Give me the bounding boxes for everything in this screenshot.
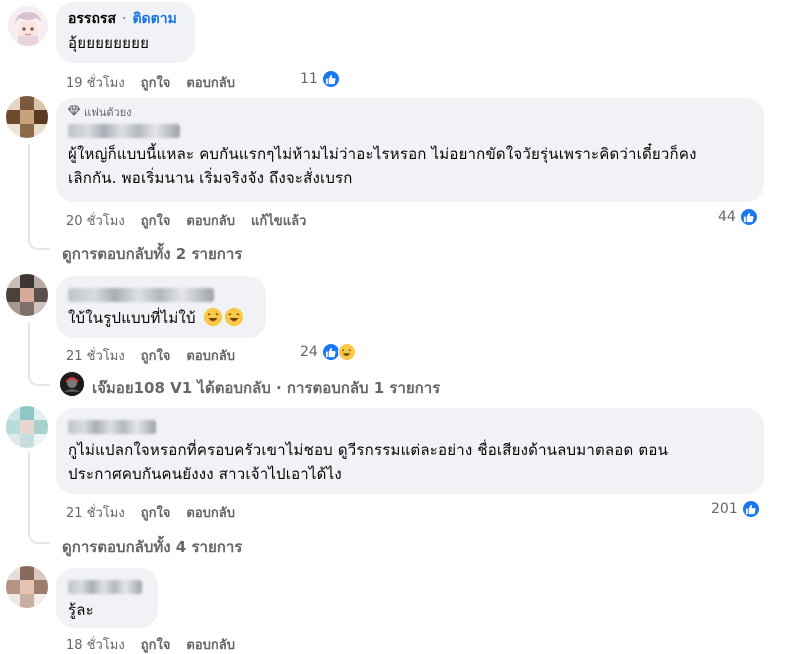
comment-text: ผู้ใหญ่ก็แบบนี้แหละ คบกันแรกๆไม่ห้ามไม่ว… [68, 142, 752, 190]
comment-bubble: แฟนตัวยง ผู้ใหญ่ก็แบบนี้แหละ คบกันแรกๆไม… [56, 98, 764, 202]
reply-summary-label: เจ๊มอย108 V1 ได้ตอบกลับ · การตอบกลับ 1 ร… [92, 379, 441, 397]
thread-connector [28, 322, 50, 386]
comment-text-body: ใบ้ในรูปแบบที่ไม่ใบ้ [68, 309, 196, 327]
avatar[interactable] [6, 566, 48, 608]
like-icon [739, 208, 758, 226]
comment-actions: 21 ชั่วโมง ถูกใจ ตอบกลับ [66, 502, 235, 523]
reaction-count: 11 [300, 71, 318, 87]
reaction-summary[interactable]: 11 [300, 70, 340, 88]
reaction-count: 201 [711, 501, 738, 517]
diamond-badge-icon [67, 105, 81, 120]
view-replies-label: ดูการตอบกลับทั้ง 2 รายการ [62, 245, 243, 263]
reply-button[interactable]: ตอบกลับ [186, 345, 235, 366]
comment-bubble: อรรถรส · ติดตาม อุ้ยยยยยยยย [56, 2, 195, 63]
comment-text-line: กูไม่แปลกใจหรอกที่ครอบครัวเขาไม่ชอบ ดูวี… [68, 441, 669, 459]
blurred-author-name[interactable] [68, 124, 180, 138]
follow-button[interactable]: ติดตาม [132, 10, 176, 28]
top-fan-badge: แฟนตัวยง [67, 105, 752, 120]
comment-time[interactable]: 20 ชั่วโมง [66, 210, 125, 231]
like-button[interactable]: ถูกใจ [141, 345, 171, 366]
like-button[interactable]: ถูกใจ [141, 210, 171, 231]
avatar[interactable] [6, 96, 48, 138]
blurred-author-name[interactable] [68, 420, 156, 434]
comment-time[interactable]: 21 ชั่วโมง [66, 502, 125, 523]
like-button[interactable]: ถูกใจ [141, 502, 171, 523]
comment-author[interactable]: อรรถรส [68, 10, 116, 28]
reaction-summary[interactable]: 201 [711, 500, 760, 518]
comment-text-line: ประกาศคบกันคนยังงง สาวเจ้าไปเอาได้ไง [68, 465, 342, 483]
reply-avatar[interactable] [60, 372, 84, 396]
laughing-emoji-icon [224, 308, 243, 326]
comment-bubble: ใบ้ในรูปแบบที่ไม่ใบ้ [56, 276, 266, 338]
reply-summary-link[interactable]: เจ๊มอย108 V1 ได้ตอบกลับ · การตอบกลับ 1 ร… [92, 376, 440, 400]
thread-connector [28, 144, 50, 250]
laughing-emoji-icon [203, 308, 222, 326]
comment-actions: 18 ชั่วโมง ถูกใจ ตอบกลับ [66, 634, 235, 654]
haha-icon [337, 343, 356, 361]
avatar[interactable] [8, 6, 48, 46]
reaction-summary[interactable]: 44 [718, 208, 758, 226]
comment-bubble: รู้ละ [56, 568, 158, 628]
comment-actions: 20 ชั่วโมง ถูกใจ ตอบกลับ แก้ไขแล้ว [66, 210, 306, 231]
avatar[interactable] [6, 406, 48, 448]
comment-text-line: ผู้ใหญ่ก็แบบนี้แหละ คบกันแรกๆไม่ห้ามไม่ว… [68, 145, 697, 163]
badge-label: แฟนตัวยง [84, 105, 132, 119]
reply-button[interactable]: ตอบกลับ [186, 210, 235, 231]
view-replies-link[interactable]: ดูการตอบกลับทั้ง 2 รายการ [62, 242, 242, 266]
like-button[interactable]: ถูกใจ [141, 634, 171, 654]
comment-time[interactable]: 19 ชั่วโมง [66, 72, 125, 93]
comment-text: อุ้ยยยยยยยย [68, 34, 150, 52]
reply-button[interactable]: ตอบกลับ [186, 72, 235, 93]
like-icon [741, 500, 760, 518]
comment-text: กูไม่แปลกใจหรอกที่ครอบครัวเขาไม่ชอบ ดูวี… [68, 438, 752, 486]
edited-label[interactable]: แก้ไขแล้ว [251, 210, 306, 231]
view-replies-label: ดูการตอบกลับทั้ง 4 รายการ [62, 538, 243, 556]
comment-time[interactable]: 18 ชั่วโมง [66, 634, 125, 654]
view-replies-link[interactable]: ดูการตอบกลับทั้ง 4 รายการ [62, 535, 242, 559]
reply-button[interactable]: ตอบกลับ [186, 502, 235, 523]
comment-time[interactable]: 21 ชั่วโมง [66, 345, 125, 366]
blurred-author-name[interactable] [68, 288, 214, 302]
reaction-count: 24 [300, 344, 318, 360]
avatar[interactable] [6, 274, 48, 316]
comment-actions: 21 ชั่วโมง ถูกใจ ตอบกลับ [66, 345, 235, 366]
blurred-author-name[interactable] [68, 580, 142, 594]
comment-text-line: เลิกกัน. พอเริ่มนาน เริ่มจริงจัง ถึงจะสั… [68, 169, 353, 187]
reply-button[interactable]: ตอบกลับ [186, 634, 235, 654]
separator: · [122, 11, 127, 27]
comment-text: รู้ละ [68, 601, 94, 619]
reaction-count: 44 [718, 209, 736, 225]
reaction-summary[interactable]: 24 [300, 343, 356, 361]
like-button[interactable]: ถูกใจ [141, 72, 171, 93]
like-icon [321, 70, 340, 88]
comment-bubble: กูไม่แปลกใจหรอกที่ครอบครัวเขาไม่ชอบ ดูวี… [56, 408, 764, 494]
comment-text: ใบ้ในรูปแบบที่ไม่ใบ้ [68, 306, 254, 330]
thread-connector [28, 452, 50, 544]
comment-actions: 19 ชั่วโมง ถูกใจ ตอบกลับ [66, 72, 235, 93]
